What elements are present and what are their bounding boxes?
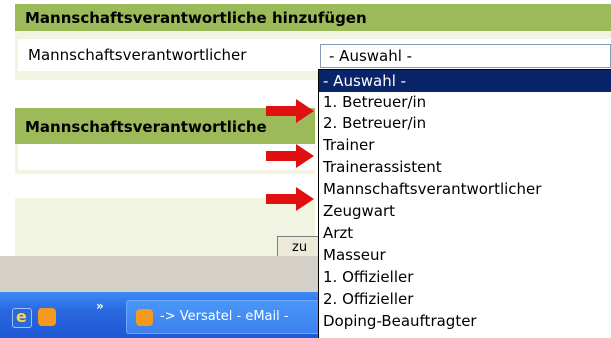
panel-header: Mannschaftsverantwortliche hinzufügen [15, 4, 611, 31]
dropdown-option-masseur[interactable]: Masseur [319, 244, 611, 266]
dropdown-option-betreuer-1[interactable]: 1. Betreuer/in [319, 91, 611, 113]
dropdown-option-betreuer-2[interactable]: 2. Betreuer/in [319, 112, 611, 134]
taskbar: » -> Versatel - eMail - [0, 292, 320, 338]
internet-explorer-icon[interactable] [12, 307, 32, 328]
red-arrow-icon [266, 187, 314, 211]
team-official-label: Mannschaftsverantwortlicher [28, 46, 247, 64]
firefox-icon[interactable] [38, 308, 56, 326]
taskbar-window-label: -> Versatel - eMail - [160, 309, 289, 324]
taskbar-window-button[interactable]: -> Versatel - eMail - [126, 300, 320, 334]
dropdown-option-trainer[interactable]: Trainer [319, 134, 611, 156]
dropdown-option-arzt[interactable]: Arzt [319, 222, 611, 244]
window-strip [0, 256, 320, 292]
dropdown-list[interactable]: - Auswahl - 1. Betreuer/in 2. Betreuer/i… [318, 69, 611, 338]
dropdown-option-auswahl[interactable]: - Auswahl - [319, 70, 611, 92]
dropdown-option-offizieller-1[interactable]: 1. Offizieller [319, 266, 611, 288]
select-current-value: - Auswahl - [329, 47, 413, 65]
dropdown-option-mannschaftsverantwortlicher[interactable]: Mannschaftsverantwortlicher [319, 178, 611, 200]
panel-title: Mannschaftsverantwortliche hinzufügen [25, 9, 367, 27]
panel-title: Mannschaftsverantwortliche [25, 118, 267, 136]
dropdown-option-zeugwart[interactable]: Zeugwart [319, 200, 611, 222]
firefox-icon [136, 309, 153, 326]
red-arrow-icon [266, 144, 314, 168]
team-official-select[interactable]: - Auswahl - [320, 44, 611, 68]
red-arrow-icon [266, 99, 314, 123]
dropdown-option-offizieller-2[interactable]: 2. Offizieller [319, 288, 611, 310]
dropdown-option-trainerassistent[interactable]: Trainerassistent [319, 156, 611, 178]
dropdown-option-doping-beauftragter[interactable]: Doping-Beauftragter [319, 310, 611, 332]
quicklaunch-chevron-icon[interactable]: » [96, 299, 104, 313]
